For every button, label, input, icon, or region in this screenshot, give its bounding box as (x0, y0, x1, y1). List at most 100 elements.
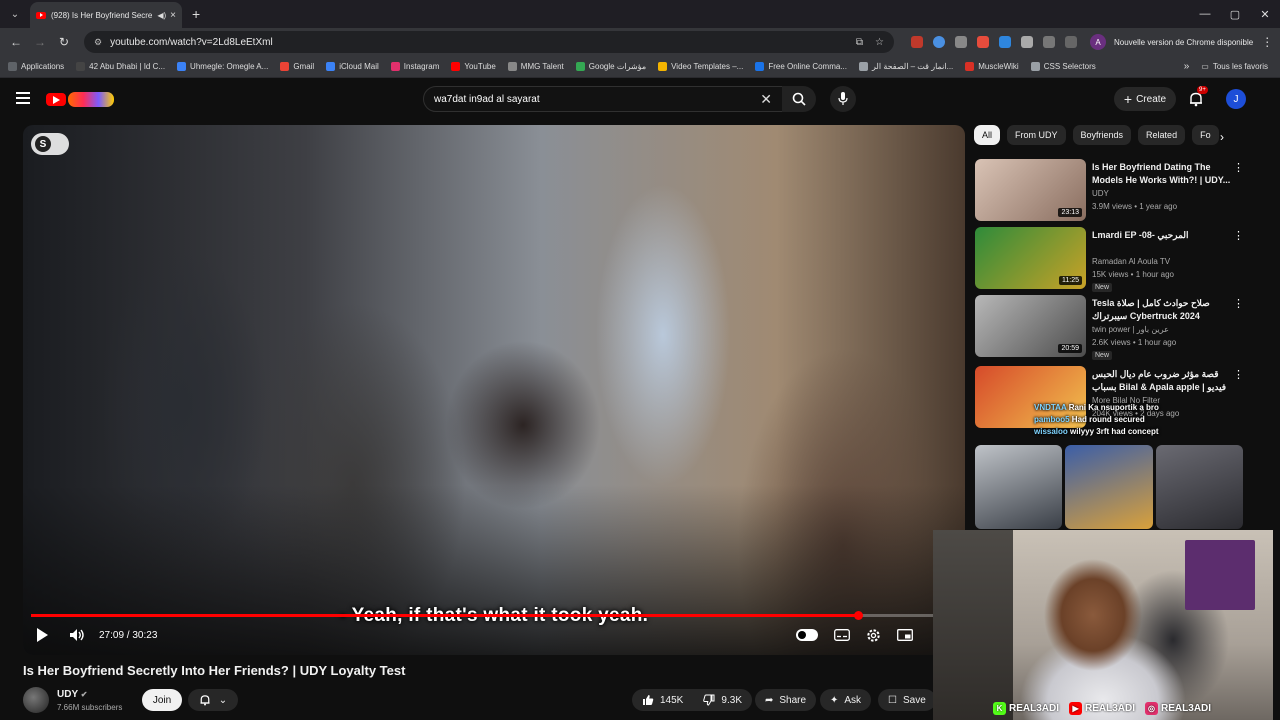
settings-button[interactable] (866, 628, 881, 643)
new-tab-button[interactable]: + (192, 6, 200, 22)
bookmark-item[interactable]: iCloud Mail (326, 62, 379, 71)
browser-tab-active[interactable]: (928) Is Her Boyfriend Secre ◀) × (30, 2, 182, 28)
channel-name-row[interactable]: UDY ✔ (57, 689, 87, 700)
maximize-button[interactable]: ▢ (1220, 8, 1250, 21)
url-text[interactable]: youtube.com/watch?v=2Ld8LeEtXml (110, 37, 844, 48)
media-controls-icon[interactable] (1065, 36, 1077, 48)
recommended-video[interactable]: 20:59 Tesla صلاح حوادث كامل | صلاة سيبرتر… (975, 295, 1250, 360)
recommended-video[interactable]: 11:25 Lmardi EP -08- المرحبي Ramadan Al Ao… (975, 227, 1250, 292)
video-thumbnail[interactable]: 23:13 (975, 159, 1086, 221)
dislike-button[interactable]: 9.3K (703, 694, 742, 706)
speaker-icon[interactable]: ◀) (157, 11, 166, 20)
filter-chip[interactable]: Boyfriends (1072, 125, 1132, 145)
more-actions-icon[interactable]: ⋮ (1233, 297, 1244, 310)
reload-button[interactable]: ↻ (52, 35, 76, 49)
all-bookmarks-button[interactable]: ▭ Tous les favoris (1201, 62, 1268, 71)
recommended-title[interactable]: قصة مؤثر ضروب عام ديال الحبس بسباب Bilal… (1092, 368, 1232, 394)
bookmark-item[interactable]: 42 Abu Dhabi | Id C... (76, 62, 165, 71)
bookmark-item[interactable]: Instagram (390, 62, 439, 71)
site-info-icon[interactable]: ⚙ (94, 37, 102, 48)
bookmark-item[interactable]: Free Online Comma... (755, 62, 847, 71)
video-player[interactable]: S - Yeah, if that's what it took yeah. 2… (23, 125, 965, 655)
bookmarks-overflow-button[interactable]: » (1184, 61, 1190, 72)
short-thumbnail[interactable] (975, 445, 1063, 529)
miniplayer-button[interactable] (897, 629, 913, 641)
search-button[interactable] (782, 86, 816, 112)
extension-icon[interactable] (1021, 36, 1033, 48)
bookmark-item[interactable]: Uhmegle: Omegle A... (177, 62, 268, 71)
bookmark-item[interactable]: انمار قت – الصفحة الر... (859, 62, 953, 71)
extension-overlay-badge[interactable]: S (31, 133, 69, 155)
extension-icon[interactable] (911, 36, 923, 48)
short-thumbnail[interactable] (1155, 445, 1243, 529)
voice-search-button[interactable] (830, 86, 856, 112)
recommended-title[interactable]: Is Her Boyfriend Dating The Models He Wo… (1092, 161, 1232, 187)
progress-bar[interactable] (31, 611, 957, 620)
join-button[interactable]: Join (142, 689, 182, 711)
filter-chip[interactable]: Fo (1192, 125, 1219, 145)
account-avatar[interactable]: J (1226, 89, 1246, 109)
bookmark-item[interactable]: MuscleWiki (965, 62, 1019, 71)
filter-chip[interactable]: Related (1138, 125, 1186, 145)
tab-search-icon[interactable]: ⌄ (4, 3, 26, 25)
video-thumbnail[interactable]: 20:59 (975, 295, 1086, 357)
filter-chip[interactable]: All (974, 125, 1001, 145)
short-thumbnail[interactable] (1065, 445, 1153, 529)
recommended-channel[interactable]: Ramadan Al Aoula TV (1092, 257, 1170, 266)
recommended-channel[interactable]: twin power | عرين باور (1092, 325, 1169, 334)
recommended-video[interactable]: 23:13 Is Her Boyfriend Dating The Models … (975, 159, 1250, 221)
minimize-button[interactable]: — (1190, 8, 1220, 21)
recommended-channel[interactable]: UDY (1092, 189, 1109, 198)
mute-button[interactable] (69, 628, 85, 642)
extension-icon[interactable] (933, 36, 945, 48)
search-query-text[interactable]: wa7dat in9ad al sayarat (434, 94, 760, 105)
extension-icon[interactable] (977, 36, 989, 48)
bookmark-item[interactable]: CSS Selectors (1030, 62, 1096, 71)
install-app-icon[interactable]: ⧉ (856, 37, 863, 48)
channel-name[interactable]: UDY (57, 689, 78, 700)
recommended-title[interactable]: Tesla صلاح حوادث كامل | صلاة سيبرتراك Cy… (1092, 297, 1232, 323)
close-window-button[interactable]: ✕ (1250, 8, 1280, 21)
share-button[interactable]: ➦ Share (755, 689, 817, 711)
bookmark-item[interactable]: Gmail (280, 62, 314, 71)
bookmark-item[interactable]: Google مؤشرات (575, 62, 646, 71)
back-button[interactable]: ← (4, 35, 28, 49)
more-actions-icon[interactable]: ⋮ (1233, 161, 1244, 174)
youtube-logo[interactable] (46, 91, 114, 107)
search-input[interactable]: wa7dat in9ad al sayarat ✕ (423, 86, 783, 112)
bookmark-item[interactable]: Video Templates –... (658, 62, 743, 71)
puzzle-extensions-icon[interactable] (1043, 36, 1055, 48)
clear-search-icon[interactable]: ✕ (760, 91, 772, 108)
chrome-profile-avatar[interactable]: A (1090, 34, 1106, 50)
play-button[interactable] (35, 627, 49, 643)
hamburger-menu-icon[interactable] (16, 92, 30, 104)
create-button[interactable]: + Create (1114, 87, 1176, 111)
chrome-menu-icon[interactable]: ⋮ (1261, 35, 1273, 49)
bookmark-item[interactable]: MMG Talent (507, 62, 564, 71)
autoplay-toggle[interactable] (796, 629, 818, 641)
bookmark-star-icon[interactable]: ☆ (875, 37, 884, 48)
channel-avatar[interactable] (23, 687, 49, 713)
bookmark-item[interactable]: YouTube (451, 62, 496, 71)
bookmark-favicon-icon (451, 62, 461, 71)
video-thumbnail[interactable]: 11:25 (975, 227, 1086, 289)
like-button[interactable]: 145K (642, 694, 683, 706)
filter-chip[interactable]: From UDY (1007, 125, 1066, 145)
more-actions-icon[interactable]: ⋮ (1233, 229, 1244, 242)
bookmark-item[interactable]: Applications (8, 62, 64, 71)
notifications-button[interactable]: 9+ (1188, 86, 1208, 107)
save-button[interactable]: ☐ Save (878, 689, 936, 711)
ask-button[interactable]: ✦ Ask (820, 689, 872, 711)
extension-icon[interactable] (999, 36, 1011, 48)
forward-button[interactable]: → (28, 35, 52, 49)
subtitles-button[interactable] (834, 629, 850, 641)
address-bar[interactable]: ⚙ youtube.com/watch?v=2Ld8LeEtXml ⧉ ☆ (84, 31, 894, 53)
tab-close-icon[interactable]: × (170, 10, 176, 21)
extension-icon[interactable] (955, 36, 967, 48)
chips-next-arrow-icon[interactable]: › (1220, 130, 1224, 144)
scrubber-handle[interactable] (853, 611, 863, 620)
more-actions-icon[interactable]: ⋮ (1233, 368, 1244, 381)
recommended-title[interactable]: Lmardi EP -08- المرحبي (1092, 229, 1232, 242)
chrome-update-button[interactable]: Nouvelle version de Chrome disponible (1114, 38, 1253, 47)
subscription-bell-button[interactable]: ⌄ (188, 689, 238, 711)
